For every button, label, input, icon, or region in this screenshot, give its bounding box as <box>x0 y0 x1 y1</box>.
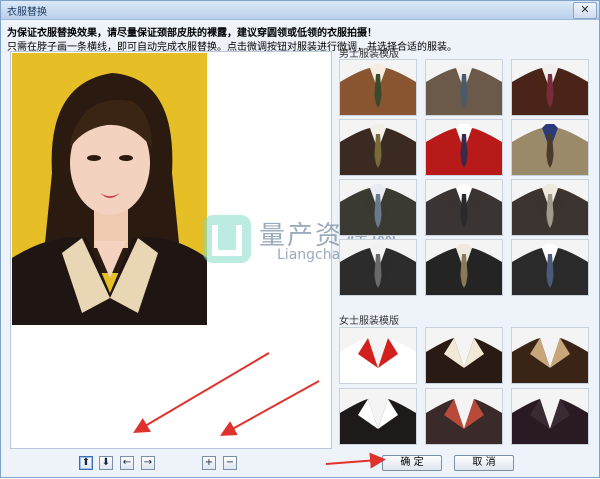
female-template-4[interactable] <box>339 388 417 445</box>
preview-panel[interactable] <box>10 51 332 449</box>
male-templates-title: 男士服装模版 <box>339 49 399 60</box>
male-template-2[interactable] <box>425 59 503 116</box>
male-template-7[interactable] <box>339 179 417 236</box>
minus-icon: − <box>225 457 235 468</box>
female-template-1[interactable] <box>339 327 417 384</box>
male-template-6[interactable] <box>511 119 589 176</box>
portrait-photo[interactable] <box>12 53 207 325</box>
zoom-out-button[interactable]: − <box>223 456 237 470</box>
female-template-5[interactable] <box>425 388 503 445</box>
clothes-replace-dialog: 衣服替换 ✕ 为保证衣服替换效果，请尽量保证颈部皮肤的裸露，建议穿圆领或低领的衣… <box>0 0 600 478</box>
close-button[interactable]: ✕ <box>573 2 597 19</box>
arrow-left-icon: ← <box>122 457 132 468</box>
female-template-2[interactable] <box>425 327 503 384</box>
arrow-right-icon: → <box>143 457 153 468</box>
male-template-9[interactable] <box>511 179 589 236</box>
male-template-10[interactable] <box>339 239 417 296</box>
window-title: 衣服替换 <box>7 7 47 18</box>
instruction-warning: 为保证衣服替换效果，请尽量保证颈部皮肤的裸露，建议穿圆领或低领的衣服拍摄！ <box>7 28 377 39</box>
portrait-image <box>12 53 207 325</box>
close-icon: ✕ <box>580 3 590 16</box>
male-template-12[interactable] <box>511 239 589 296</box>
move-right-button[interactable]: → <box>141 456 155 470</box>
title-bar[interactable]: 衣服替换 ✕ <box>1 1 599 20</box>
arrow-to-confirm <box>325 452 386 469</box>
arrow-up-icon: ⬆ <box>81 457 91 468</box>
plus-icon: + <box>204 457 214 468</box>
male-template-11[interactable] <box>425 239 503 296</box>
male-template-3[interactable] <box>511 59 589 116</box>
zoom-in-button[interactable]: + <box>202 456 216 470</box>
female-templates-title: 女士服装模版 <box>339 316 399 327</box>
cancel-button[interactable]: 取 消 <box>454 455 514 471</box>
move-down-button[interactable]: ⬇ <box>99 456 113 470</box>
arrow-down-icon: ⬇ <box>101 457 111 468</box>
female-template-6[interactable] <box>511 388 589 445</box>
male-template-4[interactable] <box>339 119 417 176</box>
male-template-5[interactable] <box>425 119 503 176</box>
male-template-1[interactable] <box>339 59 417 116</box>
female-template-3[interactable] <box>511 327 589 384</box>
male-template-8[interactable] <box>425 179 503 236</box>
move-left-button[interactable]: ← <box>120 456 134 470</box>
move-up-button[interactable]: ⬆ <box>79 456 93 470</box>
confirm-button[interactable]: 确 定 <box>382 455 442 471</box>
